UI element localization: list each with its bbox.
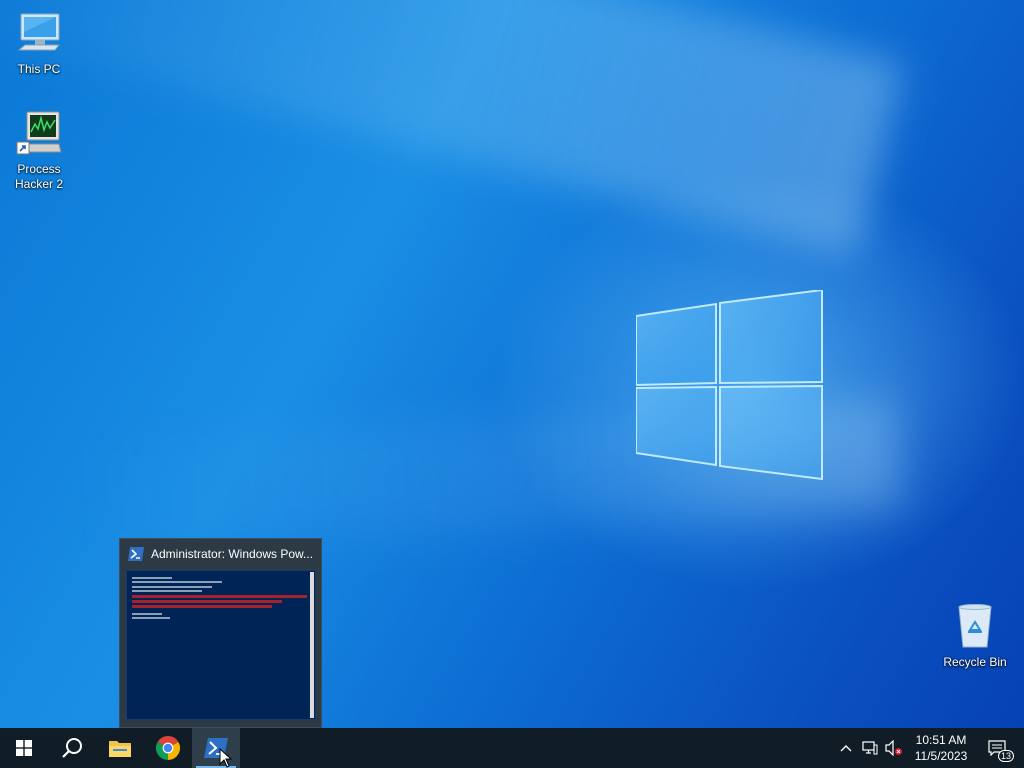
volume-muted-icon: [885, 740, 902, 756]
desktop-icon-label: Recycle Bin: [943, 655, 1007, 669]
recycle-bin-icon: [951, 603, 999, 651]
computer-icon: [15, 10, 63, 58]
clock[interactable]: 10:51 AM 11/5/2023: [906, 728, 976, 768]
process-hacker-icon: [15, 110, 63, 158]
desktop-icon-recycle-bin[interactable]: Recycle Bin: [937, 603, 1013, 670]
search-icon: [62, 738, 82, 758]
taskbar: 10:51 AM 11/5/2023 13: [0, 728, 1024, 768]
clock-time: 10:51 AM: [915, 733, 967, 747]
chrome-button[interactable]: [144, 728, 192, 768]
desktop-icon-label: Process Hacker 2: [14, 162, 64, 191]
search-button[interactable]: [48, 728, 96, 768]
chevron-up-icon: [840, 745, 852, 752]
desktop-icon-process-hacker[interactable]: Process Hacker 2: [1, 110, 77, 192]
powershell-icon: [128, 547, 144, 561]
system-tray: 10:51 AM 11/5/2023 13: [834, 728, 1024, 768]
network-button[interactable]: [858, 728, 882, 768]
powershell-window-preview: [126, 570, 316, 720]
taskbar-thumbnail-preview[interactable]: Administrator: Windows Pow...: [119, 538, 322, 728]
start-button[interactable]: [0, 728, 48, 768]
clock-date: 11/5/2023: [914, 749, 968, 763]
windows-wallpaper-logo: [636, 290, 823, 480]
windows-logo-icon: [16, 740, 32, 756]
file-explorer-button[interactable]: [96, 728, 144, 768]
desktop-icon-label: This PC: [17, 62, 61, 76]
show-desktop-button[interactable]: [1018, 728, 1024, 768]
folder-icon: [109, 741, 131, 757]
mouse-cursor-icon: [219, 748, 233, 768]
chrome-icon: [156, 736, 180, 760]
notification-count-badge: 13: [997, 750, 1014, 762]
network-icon: [862, 741, 878, 755]
preview-scrollbar: [310, 572, 314, 718]
show-hidden-icons-button[interactable]: [834, 728, 858, 768]
volume-button[interactable]: [882, 728, 906, 768]
action-center-button[interactable]: 13: [976, 728, 1018, 768]
desktop-icon-this-pc[interactable]: This PC: [1, 10, 77, 77]
thumbnail-title-bar: Administrator: Windows Pow...: [120, 539, 321, 569]
light-beam: [0, 0, 905, 258]
desktop[interactable]: This PC Process Hacker 2 Recycle Bin Adm…: [0, 0, 1024, 728]
thumbnail-title: Administrator: Windows Pow...: [151, 547, 313, 561]
